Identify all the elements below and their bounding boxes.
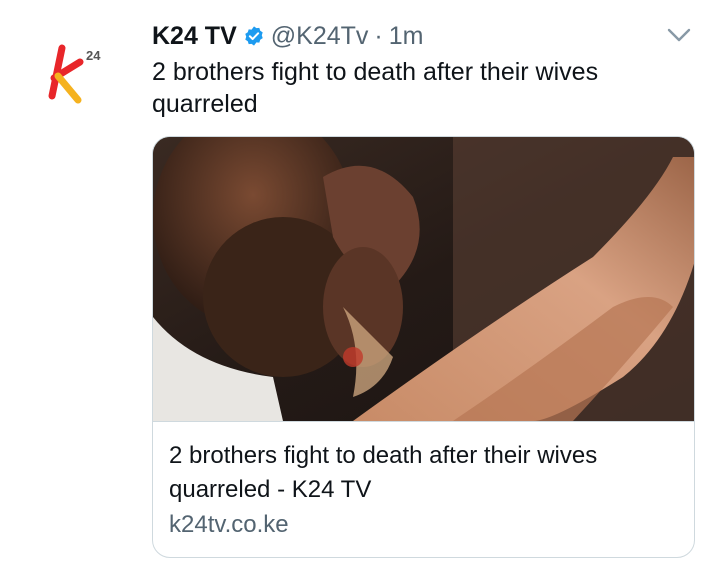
card-image[interactable] — [153, 137, 694, 421]
svg-text:24: 24 — [86, 48, 101, 63]
chevron-down-icon[interactable] — [664, 22, 694, 48]
card-divider — [153, 421, 694, 422]
account-handle[interactable]: @K24Tv — [271, 22, 369, 51]
separator-dot: · — [374, 21, 383, 50]
tweet-text: 2 brothers fight to death after their wi… — [152, 58, 599, 118]
k24-logo-icon: 24 — [48, 44, 101, 104]
account-name[interactable]: K24 TV — [152, 22, 237, 51]
tweet-header: K24 TV @K24Tv · 1m — [152, 18, 423, 54]
card-domain[interactable]: k24tv.co.ke — [169, 511, 289, 539]
article-photo — [153, 137, 694, 421]
link-card[interactable]: 2 brothers fight to death after their wi… — [152, 136, 695, 558]
avatar[interactable]: 24 — [40, 38, 120, 118]
card-title[interactable]: 2 brothers fight to death after their wi… — [169, 439, 679, 507]
verified-badge-icon — [245, 26, 263, 46]
tweet-timestamp[interactable]: 1m — [389, 22, 424, 51]
